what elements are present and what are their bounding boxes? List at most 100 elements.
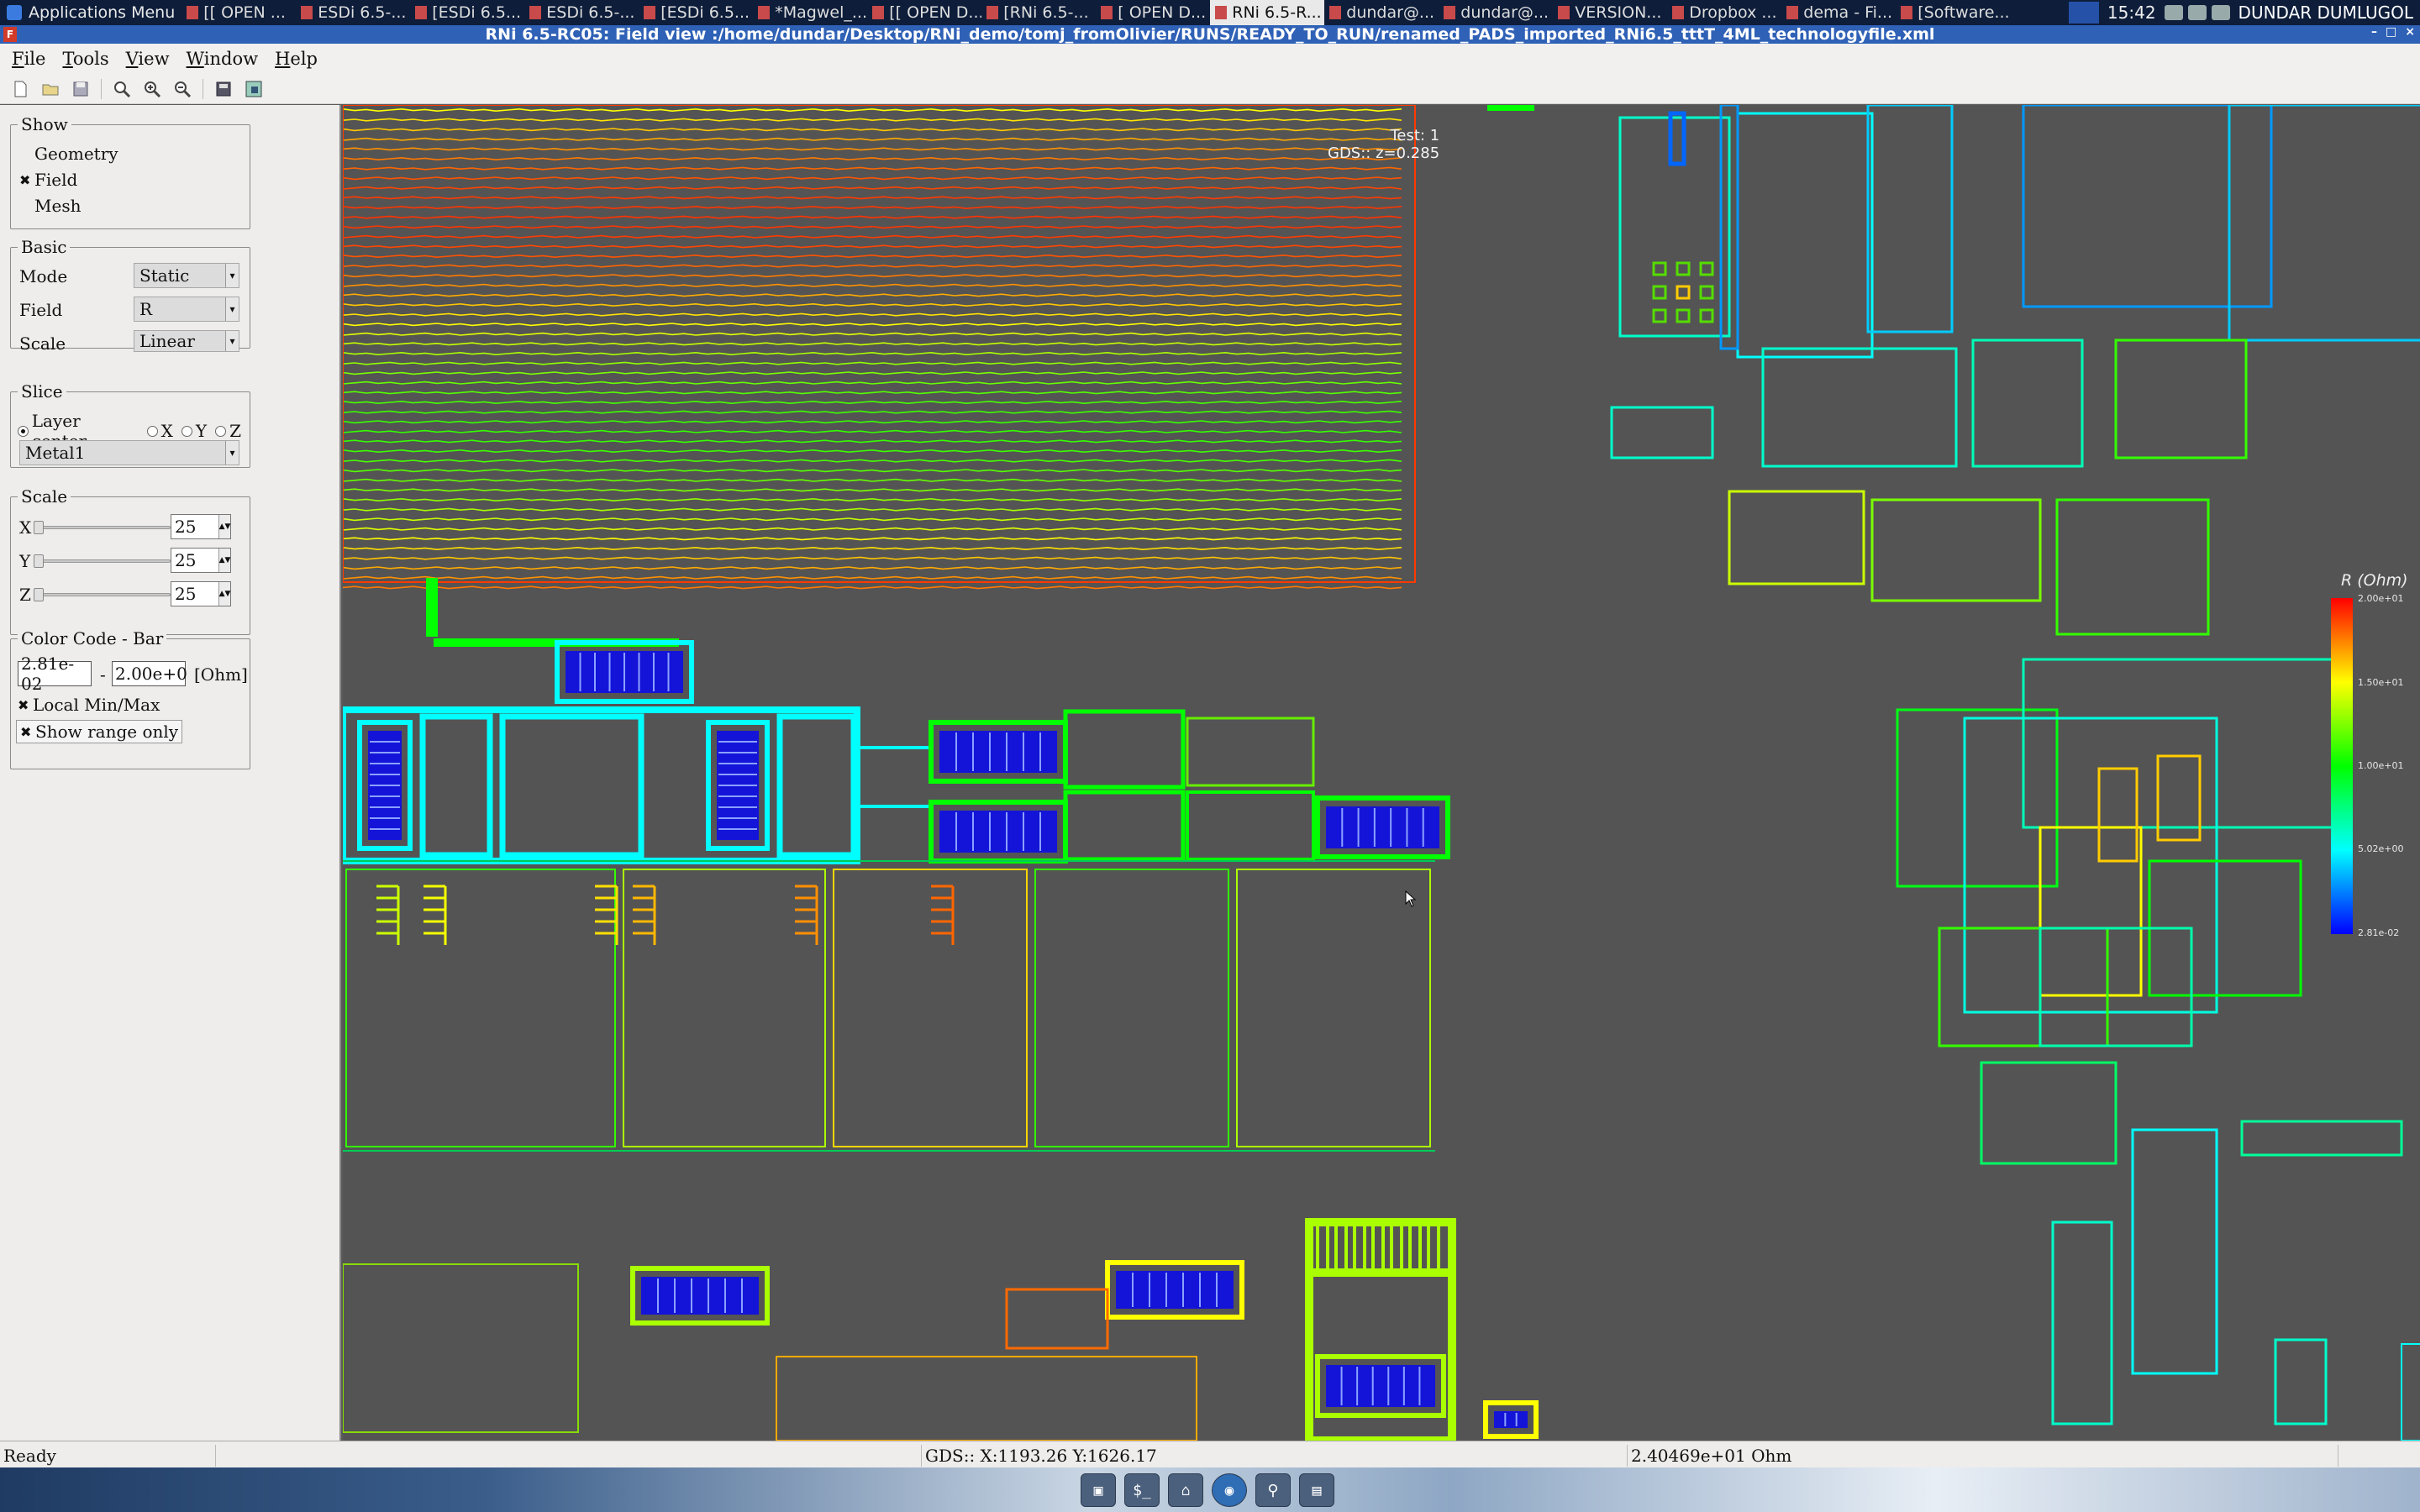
taskbar-item[interactable]: [RNi 6.5-... [981, 0, 1096, 25]
export-icon[interactable] [212, 78, 235, 100]
slider-handle[interactable] [34, 521, 44, 534]
volume-icon[interactable] [2211, 5, 2230, 20]
close-icon[interactable]: × [2405, 25, 2415, 39]
layer-select[interactable]: Metal1 ▾ [19, 440, 239, 465]
local-minmax-option[interactable]: ✖ Local Min/Max [18, 695, 160, 715]
local-minmax-check[interactable]: ✖ [18, 697, 33, 713]
scale-y-slider[interactable] [34, 554, 171, 568]
resistor-trace [343, 215, 1402, 219]
search-icon[interactable]: ⚲ [1255, 1473, 1291, 1507]
mode-select[interactable]: Static ▾ [134, 263, 239, 288]
radio-z[interactable]: Z [215, 421, 241, 441]
app-icon[interactable]: F [3, 27, 17, 42]
taskbar-item[interactable]: RNi 6.5-R... [1210, 0, 1325, 25]
chevron-down-icon[interactable]: ▾ [225, 297, 239, 321]
menu-help[interactable]: Help [266, 49, 326, 69]
scale-z-slider[interactable] [34, 588, 171, 601]
zoom-in-icon[interactable] [140, 78, 164, 100]
scale-y-input[interactable]: 25 ▲▼ [171, 548, 231, 573]
taskbar-item[interactable]: [[ OPEN D... [867, 0, 981, 25]
taskbar-item[interactable]: [ OPEN D... [1096, 0, 1210, 25]
show-mesh-option[interactable]: Mesh [19, 196, 81, 216]
spinner-arrows-icon[interactable]: ▲▼ [218, 515, 230, 538]
radio-x[interactable]: X [146, 421, 173, 441]
system-panel: Applications Menu [[ OPEN ... ESDi 6.5-..… [0, 0, 2420, 25]
taskbar-item[interactable]: dema - Fi... [1781, 0, 1896, 25]
resistor-trace [343, 176, 1402, 181]
web-browser-icon[interactable]: ◉ [1212, 1473, 1247, 1507]
scale-z-input[interactable]: 25 ▲▼ [171, 581, 231, 606]
taskbar-item[interactable]: ESDi 6.5-... [296, 0, 410, 25]
menu-view[interactable]: View [118, 49, 178, 69]
clock[interactable]: 15:42 [2107, 3, 2156, 23]
minimize-icon[interactable]: – [2371, 25, 2377, 39]
zoom-out-icon[interactable] [171, 78, 194, 100]
layout-shape [1063, 790, 1186, 862]
menu-window[interactable]: Window [178, 49, 267, 69]
scale-x-slider[interactable] [34, 521, 171, 534]
scale-select[interactable]: Linear ▾ [134, 330, 239, 352]
zoom-fit-icon[interactable] [110, 78, 134, 100]
user-name[interactable]: DUNDAR DUMLUGOL [2238, 3, 2413, 23]
layout-shape [1761, 347, 1958, 468]
open-folder-icon[interactable] [39, 78, 62, 100]
show-range-check[interactable]: ✖ [20, 724, 35, 740]
taskbar-item[interactable]: ESDi 6.5-... [524, 0, 639, 25]
chevron-down-icon[interactable]: ▾ [225, 441, 239, 465]
field-check[interactable]: ✖ [19, 172, 34, 188]
bluetooth-icon[interactable] [2164, 5, 2183, 20]
taskbar-item[interactable]: Dropbox ... [1667, 0, 1781, 25]
resistor-trace [343, 196, 1402, 200]
show-range-only-toggle[interactable]: ✖ Show range only [16, 720, 183, 743]
home-folder-icon[interactable]: ⌂ [1168, 1473, 1203, 1507]
scale-x-input[interactable]: 25 ▲▼ [171, 514, 231, 539]
resistor-trace [343, 342, 1402, 346]
applications-menu[interactable]: Applications Menu [0, 0, 182, 25]
layout-shape [343, 1263, 579, 1433]
keyboard-layout-icon[interactable] [2068, 2, 2099, 24]
field-viewport[interactable]: Test: 1 GDS:: z=0.285 R (Ohm) 2.00e+01 1… [343, 105, 2420, 1441]
files-icon[interactable]: ▤ [1299, 1473, 1334, 1507]
monitor-icon[interactable]: ▣ [1081, 1473, 1116, 1507]
new-file-icon[interactable] [8, 78, 32, 100]
layout-shape [776, 1356, 1197, 1441]
layout-shape [1728, 490, 1865, 585]
show-geometry-option[interactable]: Geometry [19, 144, 118, 164]
window-title: RNi 6.5-RC05: Field view :/home/dundar/D… [485, 25, 1935, 44]
status-resize-grip[interactable] [2338, 1445, 2417, 1467]
save-icon[interactable] [69, 78, 92, 100]
taskbar-item[interactable]: VERSION... [1553, 0, 1667, 25]
menu-tools[interactable]: Tools [54, 49, 117, 69]
slider-handle[interactable] [34, 588, 44, 601]
layout-shape [2051, 1221, 2113, 1425]
range-min-input[interactable]: 2.81e-02 [18, 654, 92, 694]
layout-field-plot[interactable] [343, 105, 2420, 1441]
mesh-label: Mesh [34, 196, 82, 216]
resistor-trace [343, 293, 1402, 297]
taskbar-item[interactable]: [ESDi 6.5... [410, 0, 524, 25]
spinner-arrows-icon[interactable]: ▲▼ [218, 582, 230, 606]
range-max-input[interactable]: 2.00e+0 [112, 661, 187, 686]
chevron-down-icon[interactable]: ▾ [225, 264, 239, 287]
taskbar-item[interactable]: dundar@... [1324, 0, 1439, 25]
taskbar-item-label: *Magwel_... [775, 3, 867, 22]
terminal-icon[interactable]: $_ [1124, 1473, 1160, 1507]
field-label: Field [34, 170, 78, 190]
show-field-option[interactable]: ✖ Field [19, 170, 77, 190]
field-select[interactable]: R ▾ [134, 297, 239, 322]
chevron-down-icon[interactable]: ▾ [225, 331, 239, 351]
radio-y[interactable]: Y [181, 421, 207, 441]
maximize-icon[interactable]: □ [2386, 25, 2396, 39]
taskbar-item[interactable]: [Software... [1896, 0, 2010, 25]
spinner-arrows-icon[interactable]: ▲▼ [218, 549, 230, 572]
battery-icon[interactable] [2187, 5, 2207, 20]
scale-x-label: X [19, 517, 32, 538]
slider-handle[interactable] [34, 554, 44, 568]
taskbar-item[interactable]: dundar@... [1439, 0, 1553, 25]
taskbar-item[interactable]: *Magwel_... [753, 0, 867, 25]
menu-file[interactable]: File [3, 49, 54, 69]
taskbar-item[interactable]: [[ OPEN ... [182, 0, 296, 25]
screenshot-icon[interactable] [242, 78, 266, 100]
taskbar-item[interactable]: [ESDi 6.5... [639, 0, 753, 25]
window-title-bar[interactable]: F RNi 6.5-RC05: Field view :/home/dundar… [0, 25, 2420, 44]
